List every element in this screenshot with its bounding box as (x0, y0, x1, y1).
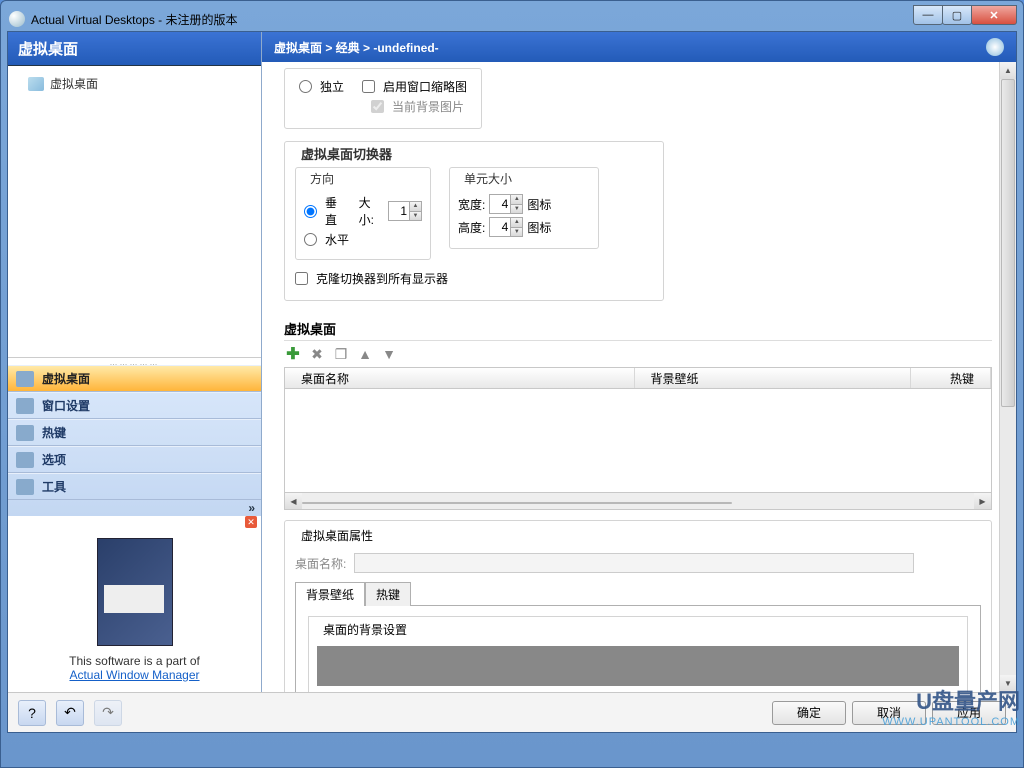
table-body[interactable] (284, 389, 992, 493)
scroll-thumb[interactable] (302, 502, 732, 504)
tab-hotkey[interactable]: 热键 (365, 582, 411, 606)
scroll-up-icon[interactable]: ▲ (1000, 62, 1016, 79)
v-scroll-thumb[interactable] (1001, 79, 1015, 407)
delete-icon[interactable]: ✖ (308, 345, 326, 363)
scroll-left-icon[interactable]: ◀ (285, 493, 302, 509)
minimize-button[interactable]: — (913, 5, 943, 25)
promo-text: This software is a part of (8, 654, 261, 668)
table-header: 桌面名称 背景壁纸 热键 (284, 367, 992, 389)
radio-independent[interactable] (299, 80, 312, 93)
options-icon (16, 452, 34, 468)
col-hotkey[interactable]: 热键 (911, 368, 991, 388)
nav-item-options[interactable]: 选项 (8, 446, 261, 473)
spinner-height[interactable]: ▲▼ (489, 217, 523, 237)
nav-item-hotkeys[interactable]: 热键 (8, 419, 261, 446)
cancel-button[interactable]: 取消 (852, 701, 926, 725)
input-desktop-name (354, 553, 914, 573)
spinner-size[interactable]: ▲▼ (388, 201, 422, 221)
tree-item-root[interactable]: 虚拟桌面 (12, 72, 257, 95)
apply-button[interactable]: 应用 (932, 701, 1006, 725)
breadcrumb-bar: 虚拟桌面 > 经典 > -undefined- (262, 32, 1016, 62)
chk-enable-thumb[interactable] (362, 80, 375, 93)
window-icon (16, 398, 34, 414)
chk-clone-switcher[interactable] (295, 272, 308, 285)
header-icon (986, 38, 1004, 56)
scroll-right-icon[interactable]: ▶ (974, 493, 991, 509)
promo-link[interactable]: Actual Window Manager (69, 668, 199, 682)
left-header: 虚拟桌面 (8, 32, 261, 66)
breadcrumb: 虚拟桌面 > 经典 > -undefined- (274, 39, 439, 56)
nav-item-tools[interactable]: 工具 (8, 473, 261, 500)
col-wallpaper[interactable]: 背景壁纸 (635, 368, 911, 388)
tree-item-label: 虚拟桌面 (50, 75, 98, 92)
h-scrollbar[interactable]: ◀ ▶ (284, 493, 992, 510)
undo-icon[interactable]: ↶ (56, 700, 84, 726)
nav-panel: 虚拟桌面 窗口设置 热键 选项 工具 » (8, 365, 261, 516)
left-pane: 虚拟桌面 虚拟桌面 …………… 虚拟桌面 窗口设置 热键 选项 工具 » ✕ (8, 32, 262, 692)
bottom-bar: ? ↶ ↷ 确定 取消 应用 (8, 692, 1016, 732)
window-frame: Actual Virtual Desktops - 未注册的版本 — ▢ ✕ 虚… (0, 0, 1024, 768)
radio-vertical[interactable] (304, 205, 317, 218)
tools-icon (16, 479, 34, 495)
desktop-icon (16, 371, 34, 387)
app-icon (9, 11, 25, 27)
radio-horizontal[interactable] (304, 233, 317, 246)
desks-legend: 虚拟桌面 (284, 319, 992, 338)
promo-panel: This software is a part of Actual Window… (8, 530, 261, 692)
scroll-down-icon[interactable]: ▼ (1000, 675, 1016, 692)
col-name[interactable]: 桌面名称 (285, 368, 635, 388)
copy-icon[interactable]: ❐ (332, 345, 350, 363)
move-up-icon[interactable]: ▲ (356, 345, 374, 363)
add-icon[interactable]: ✚ (284, 345, 302, 363)
nav-item-window-settings[interactable]: 窗口设置 (8, 392, 261, 419)
ok-button[interactable]: 确定 (772, 701, 846, 725)
maximize-button[interactable]: ▢ (942, 5, 972, 25)
tree-view[interactable]: 虚拟桌面 (8, 66, 261, 357)
bg-preview (317, 646, 959, 686)
product-box-image (97, 538, 173, 646)
help-icon[interactable]: ? (18, 700, 46, 726)
right-pane: 虚拟桌面 > 经典 > -undefined- 独立 启用窗口缩略图 当前背景图… (262, 32, 1016, 692)
close-button[interactable]: ✕ (971, 5, 1017, 25)
content-area: 独立 启用窗口缩略图 当前背景图片 虚拟桌面切换器 方向 垂直 大小: (262, 62, 1016, 692)
v-scrollbar[interactable]: ▲ ▼ (999, 62, 1016, 692)
move-down-icon[interactable]: ▼ (380, 345, 398, 363)
switcher-legend: 虚拟桌面切换器 (297, 144, 396, 163)
titlebar[interactable]: Actual Virtual Desktops - 未注册的版本 — ▢ ✕ (7, 7, 1017, 31)
redo-icon: ↷ (94, 700, 122, 726)
collapse-chevron[interactable]: » (8, 500, 261, 516)
nav-item-virtual-desktops[interactable]: 虚拟桌面 (8, 365, 261, 392)
splitter-grip[interactable]: …………… (8, 357, 261, 365)
chk-current-bg (371, 100, 384, 113)
props-legend: 虚拟桌面属性 (297, 527, 377, 544)
promo-close-icon[interactable]: ✕ (245, 516, 257, 528)
bg-legend: 桌面的背景设置 (319, 621, 411, 638)
spinner-width[interactable]: ▲▼ (489, 194, 523, 214)
desktop-icon (28, 77, 44, 91)
window-title: Actual Virtual Desktops - 未注册的版本 (31, 11, 238, 28)
tab-wallpaper[interactable]: 背景壁纸 (295, 582, 365, 606)
keyboard-icon (16, 425, 34, 441)
